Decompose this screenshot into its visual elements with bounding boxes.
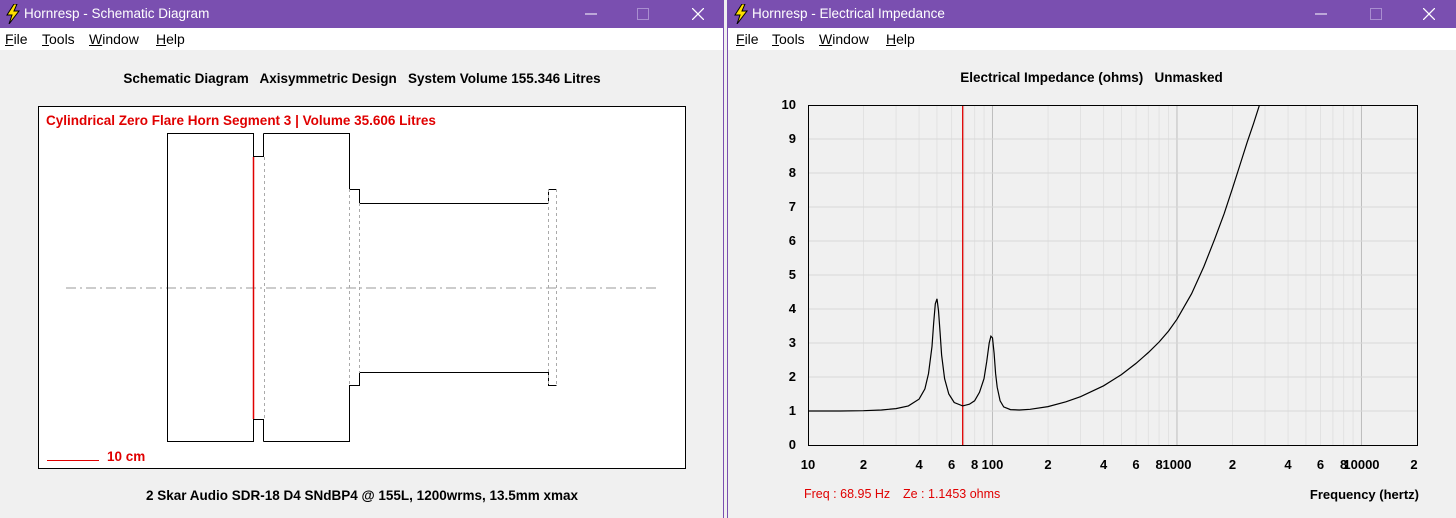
driver-notch-bottom: [253, 419, 264, 442]
x-tick-label: 6: [1317, 457, 1324, 472]
y-tick-label: 6: [789, 233, 796, 248]
x-tick-label: 4: [1100, 457, 1108, 472]
y-tick-label: 9: [789, 131, 796, 146]
x-tick-label: 6: [948, 457, 955, 472]
close-icon: [692, 8, 704, 20]
y-tick-label: 0: [789, 437, 796, 452]
x-tick-label: 1000: [1163, 457, 1192, 472]
driver-description: 2 Skar Audio SDR-18 D4 SNdBP4 @ 155L, 12…: [145, 488, 579, 503]
y-tick-label: 8: [789, 165, 796, 180]
menu-window[interactable]: Window: [89, 31, 139, 47]
x-tick-label: 2: [1044, 457, 1051, 472]
lightning-bolt-icon: [6, 4, 21, 24]
menu-help[interactable]: Help: [156, 31, 185, 47]
scale-label: 10 cm: [107, 449, 146, 464]
x-tick-label: 2: [1229, 457, 1236, 472]
maximize-icon: [637, 8, 649, 20]
impedance-titlebar[interactable]: Hornresp - Electrical Impedance: [728, 0, 1456, 28]
x-tick-label: 4: [1284, 457, 1292, 472]
schematic-window: Hornresp - Schematic Diagram File Tools …: [0, 0, 724, 518]
ze-readout: Ze : 1.1453 ohms: [903, 487, 1001, 501]
close-icon: [1423, 8, 1435, 20]
schematic-heading: Schematic Diagram Axisymmetric Design Sy…: [123, 71, 601, 86]
x-tick-label: 10000: [1343, 457, 1379, 472]
window-title: Hornresp - Schematic Diagram: [24, 6, 210, 21]
menu-window[interactable]: Window: [819, 31, 869, 47]
x-tick-label: 4: [915, 457, 923, 472]
freq-readout: Freq : 68.95 Hz: [804, 487, 891, 501]
menu-file[interactable]: File: [736, 31, 759, 47]
x-axis-title: Frequency (hertz): [1309, 487, 1419, 502]
window-title: Hornresp - Electrical Impedance: [752, 6, 945, 21]
close-button[interactable]: [675, 0, 721, 28]
menu-tools[interactable]: Tools: [42, 31, 75, 47]
x-tick-label: 10: [801, 457, 815, 472]
x-tick-label: 6: [1132, 457, 1139, 472]
minimize-button[interactable]: [1298, 0, 1344, 28]
front-chamber-top: [263, 133, 557, 204]
y-tick-label: 5: [789, 267, 796, 282]
x-tick-label: 100: [982, 457, 1004, 472]
y-tick-label: 7: [789, 199, 796, 214]
y-tick-label: 4: [789, 301, 797, 316]
impedance-curve: [808, 105, 1261, 412]
y-tick-label: 3: [789, 335, 796, 350]
x-tick-label: 8: [971, 457, 978, 472]
menu-bar: File Tools Window Help: [728, 28, 1456, 50]
impedance-window: Hornresp - Electrical Impedance File Too…: [727, 0, 1456, 518]
minimize-button[interactable]: [568, 0, 614, 28]
menu-tools[interactable]: Tools: [772, 31, 805, 47]
menu-bar: File Tools Window Help: [0, 28, 723, 50]
x-tick-label: 2: [860, 457, 867, 472]
schematic-canvas: Cylindrical Zero Flare Horn Segment 3 | …: [38, 106, 686, 469]
minimize-icon: [585, 13, 597, 15]
maximize-icon: [1370, 8, 1382, 20]
driver-notch-top: [253, 133, 264, 157]
maximize-button[interactable]: [620, 0, 666, 28]
front-chamber-bottom: [263, 372, 557, 442]
minimize-icon: [1315, 13, 1327, 15]
y-tick-label: 2: [789, 369, 796, 384]
impedance-chart: 012345678910 10 2 4 6 8 100 2 4 6 8 1000 2 4 6 810000 2: [782, 97, 1418, 472]
y-tick-label: 1: [789, 403, 796, 418]
chart-title: Electrical Impedance (ohms) Unmasked: [960, 70, 1223, 85]
schematic-titlebar[interactable]: Hornresp - Schematic Diagram: [0, 0, 723, 28]
x-tick-label: 2: [1410, 457, 1417, 472]
y-tick-label: 10: [782, 97, 796, 112]
maximize-button[interactable]: [1353, 0, 1399, 28]
close-button[interactable]: [1406, 0, 1452, 28]
lightning-bolt-icon: [734, 4, 749, 24]
menu-help[interactable]: Help: [886, 31, 915, 47]
horn-schematic-drawing: [47, 133, 656, 461]
menu-file[interactable]: File: [5, 31, 28, 47]
